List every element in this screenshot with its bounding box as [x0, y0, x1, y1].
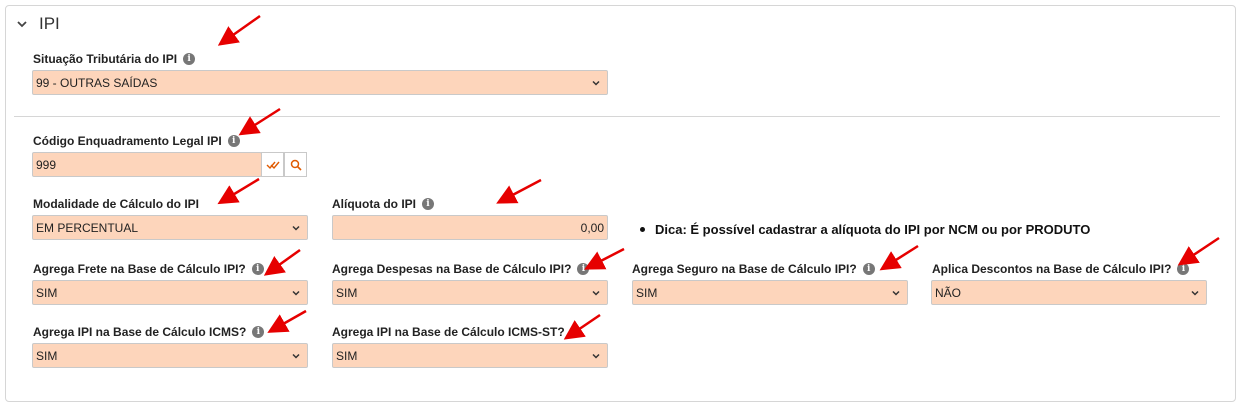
arrow [263, 248, 301, 276]
arrow [238, 107, 281, 136]
arrow [563, 313, 601, 340]
arrow [496, 178, 542, 204]
arrow [217, 177, 260, 205]
arrow [217, 14, 261, 46]
arrow [1177, 236, 1220, 266]
annotation-arrows [217, 14, 1220, 340]
arrow [584, 247, 625, 270]
arrow [267, 309, 307, 333]
arrow [879, 244, 919, 271]
